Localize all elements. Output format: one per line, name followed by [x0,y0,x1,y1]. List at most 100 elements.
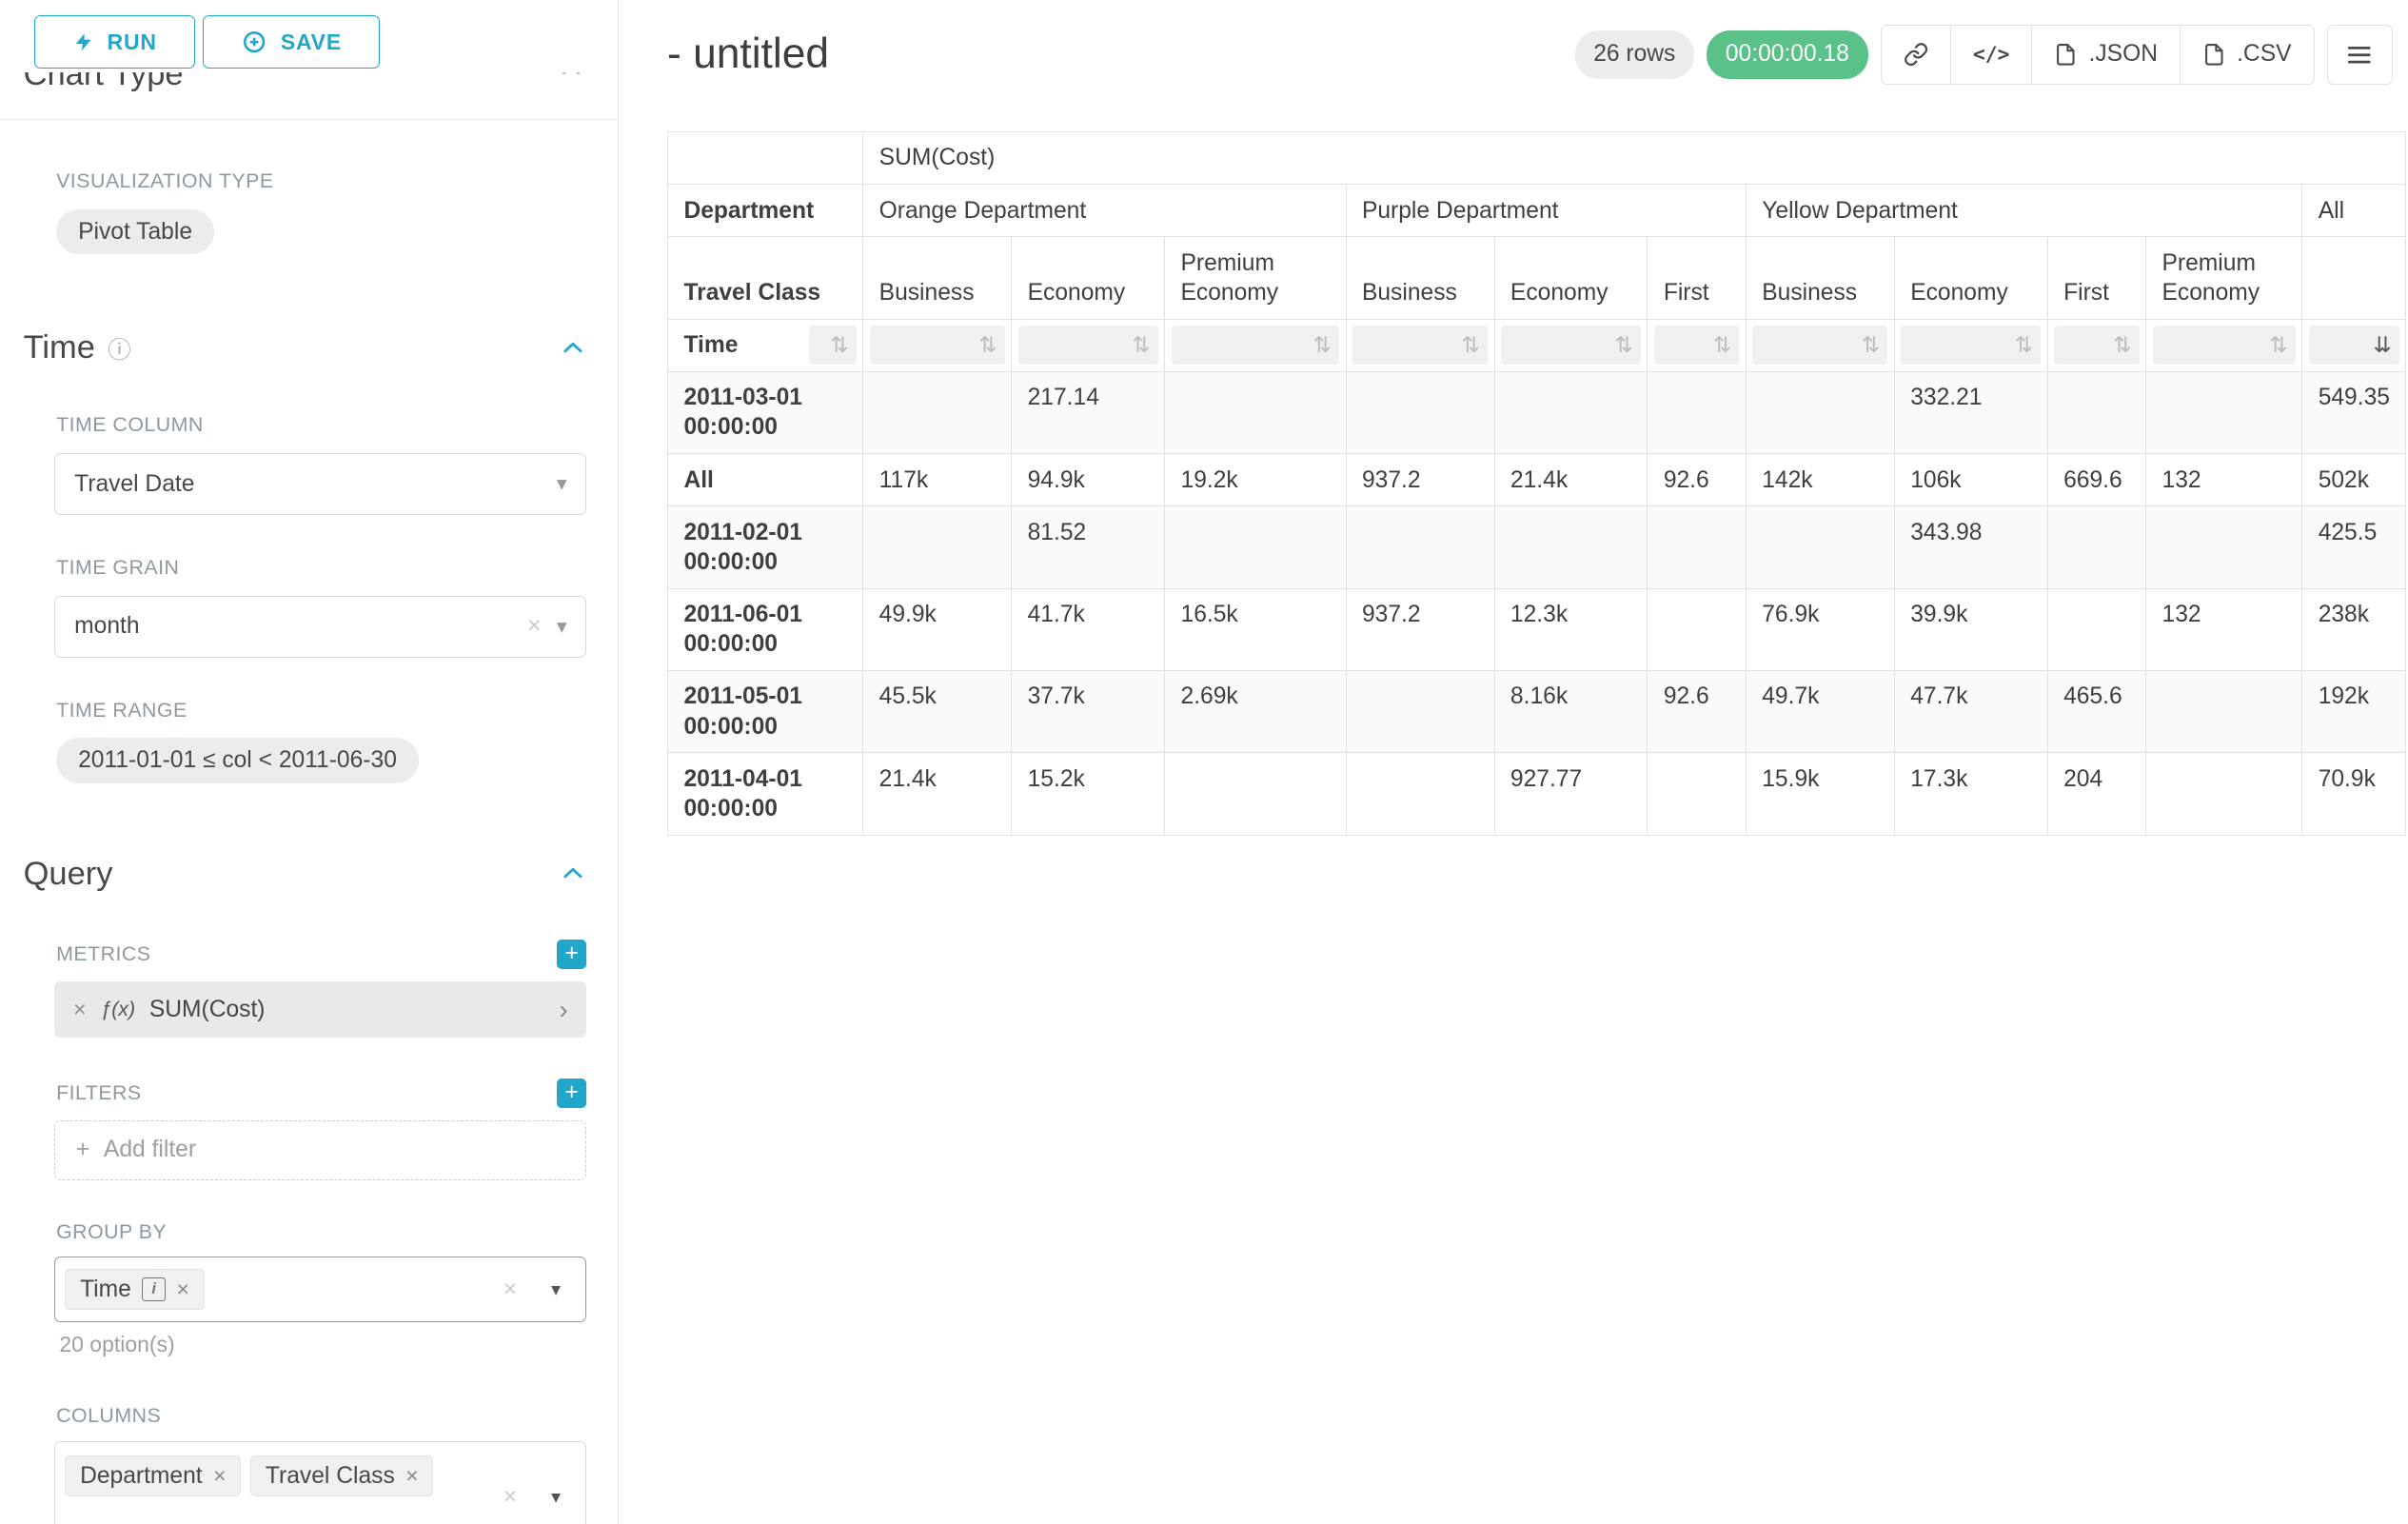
sort-button[interactable]: ⇅ [1018,326,1158,365]
pivot-value-cell: 204 [2047,753,2145,835]
pivot-value-cell: 41.7k [1012,588,1165,670]
collapse-chevron-icon[interactable] [559,72,583,90]
pivot-value-cell: 106k [1894,454,2047,506]
class-header-cell: Economy [1012,237,1165,319]
sort-button[interactable]: ⇅ [1901,326,2041,365]
run-button[interactable]: RUN [34,15,195,69]
column-sort-cell: ⇅ [2047,319,2145,371]
copy-link-button[interactable] [1882,26,1950,83]
class-header-cell [2302,237,2406,319]
chevron-down-icon: ▾ [551,1278,561,1301]
pivot-value-cell: 94.9k [1012,454,1165,506]
time-range-pill[interactable]: 2011-01-01 ≤ col < 2011-06-30 [56,738,419,783]
sort-button[interactable]: ⇅ [809,326,856,365]
metric-chip[interactable]: × ƒ(x) SUM(Cost) › [54,981,586,1038]
remove-chip-icon[interactable]: × [213,1463,226,1489]
pivot-value-cell [2047,588,2145,670]
metrics-label: METRICS [56,942,150,966]
sort-button[interactable]: ⇅ [2054,326,2139,365]
sort-button[interactable]: ⇅ [1172,326,1339,365]
function-icon: ƒ(x) [100,998,135,1021]
chevron-down-icon: ▾ [557,615,567,639]
group-by-chip[interactable]: Time i × [65,1269,204,1310]
sort-icon: ⇅ [1862,334,1880,356]
group-by-select[interactable]: Time i × × ▾ [54,1257,586,1322]
pivot-value-cell [2146,371,2302,453]
row-count-badge: 26 rows [1575,30,1695,79]
time-grain-label: TIME GRAIN [56,556,586,580]
save-button[interactable]: SAVE [203,15,380,69]
collapse-time-icon[interactable] [560,335,586,362]
chart-title: - untitled [667,30,829,78]
chart-header-controls: 26 rows 00:00:00.18 </> .JSON . [1575,25,2393,84]
pivot-value-cell: 15.2k [1012,753,1165,835]
time-grain-value: month [74,613,139,640]
table-row: 2011-05-01 00:00:0045.5k37.7k2.69k8.16k9… [668,670,2406,752]
chevron-down-icon: ▾ [551,1486,561,1509]
pivot-value-cell: 343.98 [1894,506,2047,588]
columns-chip[interactable]: Department × [65,1455,241,1496]
travel-class-label-cell: Travel Class [668,237,863,319]
department-label-cell: Department [668,185,863,237]
remove-metric-icon[interactable]: × [73,997,86,1022]
sort-button[interactable]: ⇅ [870,326,1005,365]
add-metric-button[interactable]: + [557,940,586,969]
pivot-table: SUM(Cost)DepartmentOrange DepartmentPurp… [667,131,2406,836]
visualization-type-pill[interactable]: Pivot Table [56,209,214,255]
sort-icon: ⇅ [978,334,997,356]
pivot-value-cell: 15.9k [1746,753,1894,835]
time-column-select[interactable]: Travel Date ▾ [54,453,586,516]
pivot-value-cell: 92.6 [1648,454,1746,506]
info-icon[interactable]: ⓘ [108,331,131,366]
time-range-label: TIME RANGE [56,699,586,722]
sort-button[interactable]: ⇅ [1752,326,1887,365]
time-section-heading: Time ⓘ [24,329,587,366]
sort-button[interactable]: ⇅ [1352,326,1488,365]
panel-actions: RUN SAVE [34,15,618,71]
remove-chip-icon[interactable]: × [405,1463,418,1489]
sort-button[interactable]: ⇅ [1654,326,1739,365]
pivot-value-cell: 238k [2302,588,2406,670]
sort-button[interactable]: ⇅ [2153,326,2296,365]
pivot-value-cell: 16.5k [1165,588,1346,670]
class-header-cell: Premium Economy [1165,237,1346,319]
sort-button[interactable]: ⇅ [1501,326,1641,365]
menu-button[interactable] [2327,25,2393,84]
pivot-value-cell: 332.21 [1894,371,2047,453]
run-button-label: RUN [108,30,157,55]
columns-chip-label: Travel Class [266,1463,395,1490]
columns-chip-label: Department [80,1463,203,1490]
link-icon [1904,42,1928,67]
column-info-icon[interactable]: i [142,1277,166,1301]
file-icon [2054,43,2078,67]
sort-button[interactable]: ⇊ [2309,326,2399,365]
sort-icon: ⇅ [1462,334,1480,356]
export-csv-button[interactable]: .CSV [2180,26,2314,83]
row-header-cell: 2011-05-01 00:00:00 [668,670,863,752]
table-row: All117k94.9k19.2k937.221.4k92.6142k106k6… [668,454,2406,506]
columns-chip[interactable]: Travel Class × [250,1455,433,1496]
remove-chip-icon[interactable]: × [176,1277,188,1302]
time-column-value: Travel Date [74,471,194,498]
export-csv-label: .CSV [2237,41,2291,68]
pivot-value-cell: 49.9k [863,588,1012,670]
add-filter-button[interactable]: + [557,1079,586,1108]
time-grain-select[interactable]: month × ▾ [54,596,586,659]
pivot-value-cell [2146,753,2302,835]
clear-icon[interactable]: × [527,613,541,640]
pivot-value-cell: 92.6 [1648,670,1746,752]
collapse-query-icon[interactable] [560,861,586,887]
pivot-value-cell: 21.4k [1494,454,1648,506]
view-query-button[interactable]: </> [1950,26,2032,83]
class-header-cell: Economy [1894,237,2047,319]
class-header-cell: Economy [1494,237,1648,319]
sort-icon: ⇅ [1713,334,1731,356]
clear-all-icon[interactable]: × [503,1277,517,1303]
columns-select[interactable]: Department × Travel Class × × ▾ [54,1441,586,1524]
clear-all-icon[interactable]: × [503,1484,517,1511]
filters-label: FILTERS [56,1081,142,1105]
pivot-value-cell [1346,506,1494,588]
add-filter-box[interactable]: + Add filter [54,1120,586,1179]
hamburger-icon [2345,41,2374,69]
export-json-button[interactable]: .JSON [2031,26,2180,83]
